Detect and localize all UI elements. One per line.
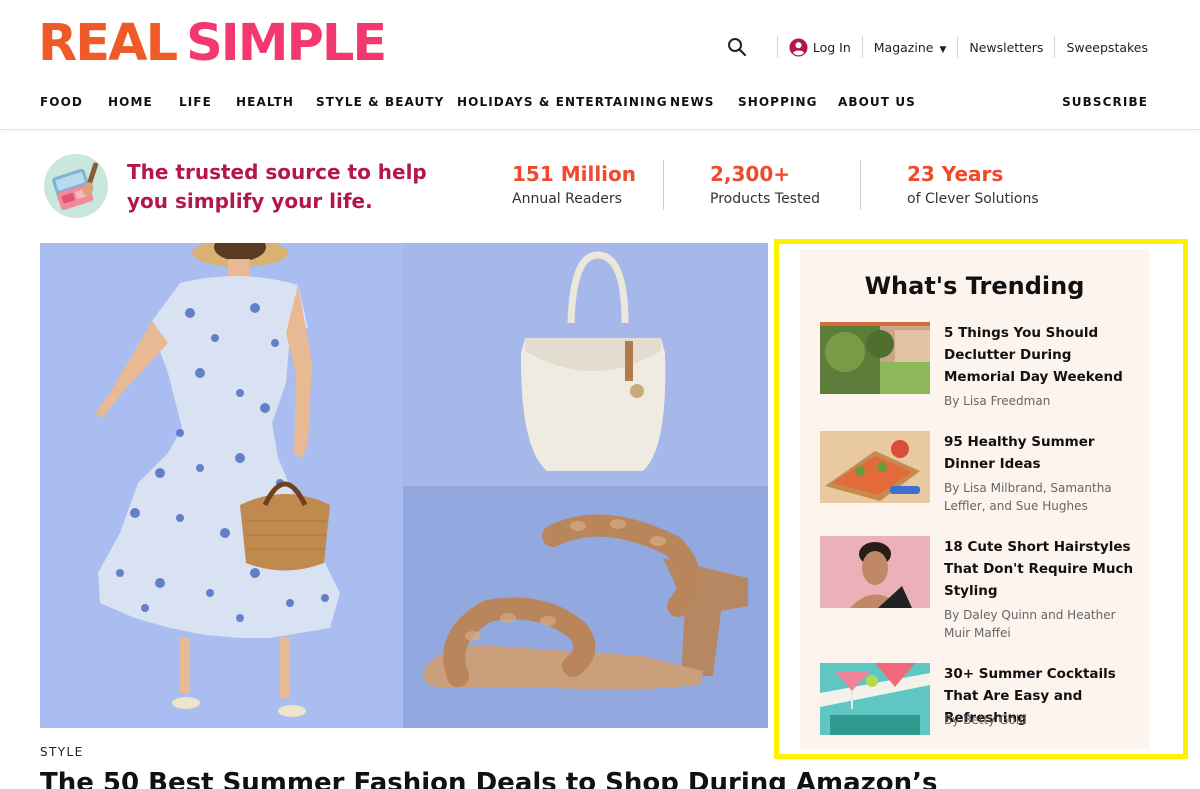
logo-word-real: REAL — [38, 14, 178, 73]
stat-label: Products Tested — [710, 191, 820, 207]
trending-heading: What's Trending — [864, 272, 1085, 300]
stat-years: 23 Years of Clever Solutions — [907, 162, 1039, 207]
magazine-label: Magazine — [873, 39, 934, 55]
login-link[interactable]: Log In — [789, 37, 851, 57]
subscribe-link[interactable]: SUBSCRIBE — [1062, 95, 1148, 109]
trending-byline: By Daley Quinn and Heather Muir Maffei — [944, 608, 1116, 640]
stat-number: 2,300+ — [710, 162, 791, 186]
stat-label: Annual Readers — [512, 191, 622, 207]
trending-thumbnail-dinner — [820, 431, 930, 503]
stat-number: 151 Million — [512, 162, 637, 186]
caret-down-icon: ▼ — [939, 44, 947, 55]
stat-products: 2,300+ Products Tested — [710, 162, 820, 207]
trending-title: 18 Cute Short Hairstyles That Don't Requ… — [944, 539, 1134, 599]
trending-thumbnail-cocktails — [820, 663, 930, 735]
stat-divider — [663, 160, 664, 210]
nav-item-food[interactable]: FOOD — [40, 95, 83, 109]
trending-byline: By Lisa Freedman — [944, 394, 1051, 408]
trending-title: 5 Things You Should Declutter During Mem… — [944, 325, 1123, 385]
article-section-tag[interactable]: STYLE — [40, 745, 84, 759]
floral-dress-photo — [40, 243, 403, 728]
site-header: REAL SIMPLE Log In Magazine ▼ Newsletters … — [0, 0, 1200, 130]
main-nav: FOOD HOME LIFE HEALTH STYLE & BEAUTY HOL… — [40, 95, 1148, 111]
makeup-compact-icon — [44, 154, 108, 218]
nav-item-holidays-entertaining[interactable]: HOLIDAYS & ENTERTAINING — [457, 95, 668, 109]
trending-thumbnail-hairstyle — [820, 536, 930, 608]
sandal-photo — [403, 486, 768, 728]
nav-item-about-us[interactable]: ABOUT US — [838, 95, 916, 109]
search-icon[interactable] — [726, 36, 748, 58]
trending-title: 95 Healthy Summer Dinner Ideas — [944, 434, 1095, 472]
newsletters-link[interactable]: Newsletters — [969, 40, 1043, 55]
magazine-menu[interactable]: Magazine ▼ — [874, 40, 947, 55]
user-icon — [789, 37, 808, 57]
nav-item-life[interactable]: LIFE — [179, 95, 212, 109]
stat-readers: 151 Million Annual Readers — [512, 162, 636, 207]
handbag-photo — [403, 243, 768, 486]
stat-label: of Clever Solutions — [907, 191, 1039, 207]
nav-item-news[interactable]: NEWS — [670, 95, 715, 109]
trust-banner: The trusted source to help you simplify … — [40, 148, 1148, 220]
utility-bar: Log In Magazine ▼ Newsletters Sweepstakes — [726, 36, 1148, 58]
sweepstakes-link[interactable]: Sweepstakes — [1066, 40, 1148, 55]
nav-item-style-beauty[interactable]: STYLE & BEAUTY — [316, 95, 444, 109]
nav-item-home[interactable]: HOME — [108, 95, 153, 109]
nav-item-health[interactable]: HEALTH — [236, 95, 294, 109]
stat-divider — [860, 160, 861, 210]
stat-number: 23 Years — [907, 162, 1004, 186]
nav-item-shopping[interactable]: SHOPPING — [738, 95, 818, 109]
trending-highlight: What's Trending 5 Things You Should Decl… — [774, 239, 1188, 759]
login-label: Log In — [812, 39, 851, 55]
feature-image[interactable] — [40, 243, 768, 728]
trending-panel: What's Trending 5 Things You Should Decl… — [800, 249, 1149, 749]
trust-tagline: The trusted source to help you simplify … — [127, 160, 427, 213]
utility-divider — [776, 36, 778, 58]
logo-word-simple: SIMPLE — [186, 14, 387, 73]
site-logo[interactable]: REAL SIMPLE — [38, 18, 387, 69]
trending-byline: By Lisa Milbrand, Samantha Leffler, and … — [944, 481, 1112, 513]
trending-thumbnail-garden — [820, 322, 930, 394]
utility-divider — [861, 36, 863, 58]
trending-byline: By Betty Gold — [944, 713, 1027, 727]
utility-divider — [957, 36, 959, 58]
article-headline[interactable]: The 50 Best Summer Fashion Deals to Shop… — [40, 768, 938, 789]
utility-divider — [1054, 36, 1056, 58]
